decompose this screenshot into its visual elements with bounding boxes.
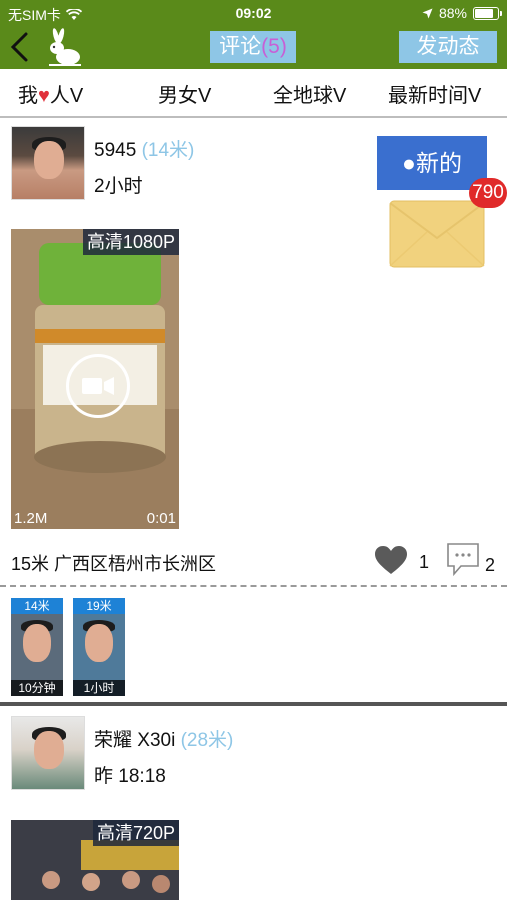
sort-filter[interactable]: 最新时间V bbox=[388, 79, 481, 108]
rabbit-logo-icon[interactable] bbox=[44, 27, 86, 67]
comments-count: (5) bbox=[261, 35, 287, 58]
hd-badge: 高清720P bbox=[92, 820, 179, 846]
comment-count: 2 bbox=[485, 555, 496, 575]
post-location: 15米 广西区梧州市长洲区 bbox=[11, 554, 217, 574]
distance-text: (14米) bbox=[141, 140, 195, 161]
video-duration: 0:01 bbox=[146, 510, 176, 527]
visitor-thumbnail[interactable]: 19米 1小时 bbox=[73, 598, 125, 696]
username-text: 荣耀 X30i bbox=[94, 730, 176, 751]
heart-icon: ♥ bbox=[38, 85, 50, 107]
username-text: 5945 bbox=[94, 140, 137, 161]
gender-filter[interactable]: 男女V bbox=[158, 79, 211, 108]
back-arrow-icon[interactable] bbox=[6, 31, 34, 63]
follow-filter-label-a: 我 bbox=[18, 85, 38, 107]
video-size: 1.2M bbox=[14, 510, 48, 527]
dashed-divider bbox=[0, 585, 507, 587]
visitor-thumbnail[interactable]: 14米 10分钟 bbox=[11, 598, 63, 696]
video-thumbnail[interactable]: 高清1080P 1.2M 0:01 bbox=[11, 229, 179, 529]
avatar[interactable] bbox=[11, 716, 85, 790]
visitor-time: 1小时 bbox=[73, 680, 125, 696]
location-arrow-icon bbox=[422, 8, 433, 18]
post-username[interactable]: 5945 (14米) bbox=[94, 135, 194, 162]
envelope-icon[interactable] bbox=[389, 200, 485, 268]
nav-bar: 评论(5) 发动态 bbox=[0, 27, 507, 69]
video-play-icon bbox=[66, 354, 130, 418]
post-status-button[interactable]: 发动态 bbox=[399, 31, 497, 63]
comments-tab[interactable]: 评论(5) bbox=[210, 31, 296, 63]
follow-filter-label-b: 人V bbox=[49, 85, 84, 107]
comments-tab-label: 评论 bbox=[219, 35, 262, 58]
new-messages-button[interactable]: ●新的 bbox=[377, 136, 487, 190]
post-time: 昨 18:18 bbox=[94, 766, 166, 787]
video-thumbnail[interactable]: 高清720P bbox=[11, 820, 179, 900]
battery-percent: 88% bbox=[438, 5, 467, 21]
visitor-distance: 14米 bbox=[11, 598, 63, 614]
unread-badge: 790 bbox=[469, 178, 507, 208]
like-icon[interactable] bbox=[374, 545, 408, 575]
visitor-time: 10分钟 bbox=[11, 680, 63, 696]
status-bar: 无SIM卡 09:02 88% bbox=[0, 0, 507, 27]
visitor-distance: 19米 bbox=[73, 598, 125, 614]
post-username[interactable]: 荣耀 X30i (28米) bbox=[94, 725, 233, 752]
battery-icon bbox=[473, 6, 502, 20]
post-time: 2小时 bbox=[94, 176, 143, 197]
like-count: 1 bbox=[419, 552, 430, 572]
post-card: 荣耀 X30i (28米) 昨 18:18 高清720P bbox=[0, 706, 507, 900]
hd-badge: 高清1080P bbox=[82, 229, 179, 255]
avatar[interactable] bbox=[11, 126, 85, 200]
comment-icon[interactable] bbox=[445, 542, 481, 576]
filter-bar: 我♥人V 男女V 全地球V 最新时间V bbox=[0, 69, 507, 118]
follow-filter[interactable]: 我♥人V bbox=[18, 79, 83, 108]
region-filter[interactable]: 全地球V bbox=[273, 79, 346, 108]
distance-text: (28米) bbox=[180, 730, 234, 751]
